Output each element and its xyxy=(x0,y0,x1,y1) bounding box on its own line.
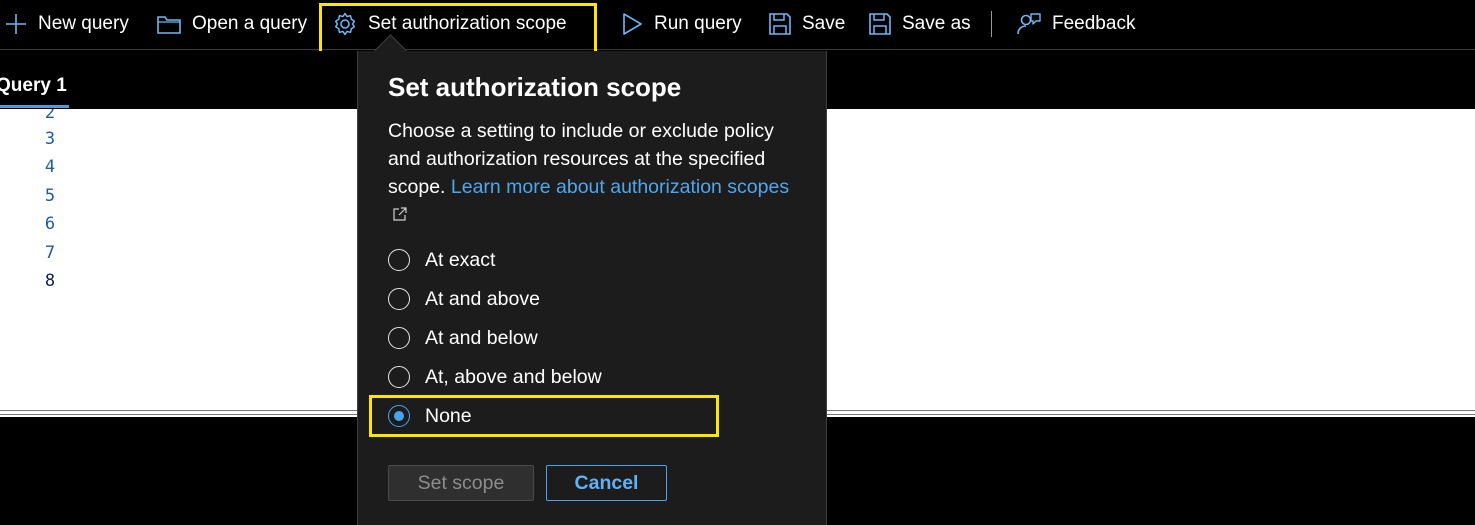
save-as-label: Save as xyxy=(902,13,971,34)
line-number: 3 xyxy=(44,129,56,149)
line-number: 6 xyxy=(44,214,56,234)
external-link-icon xyxy=(392,202,407,230)
save-as-icon xyxy=(868,12,892,36)
flyout-title: Set authorization scope xyxy=(388,72,682,102)
radio-button[interactable] xyxy=(388,327,410,349)
radio-button[interactable] xyxy=(388,249,410,271)
scope-option-at-exact[interactable]: At exact xyxy=(388,245,495,275)
scope-option-at-and-above[interactable]: At and above xyxy=(388,284,540,314)
scope-option-none[interactable]: None xyxy=(388,401,472,431)
feedback-icon xyxy=(1016,11,1042,37)
command-bar: New query Open a query Set authorization… xyxy=(0,0,1475,50)
scope-option-at-and-below[interactable]: At and below xyxy=(388,323,538,353)
radio-button[interactable] xyxy=(388,366,410,388)
learn-more-link-text: Learn more about authorization scopes xyxy=(450,176,790,198)
feedback-button[interactable]: Feedback xyxy=(1016,0,1135,48)
tab-query-1[interactable]: Query 1 xyxy=(0,72,69,108)
radio-button-selected[interactable] xyxy=(388,405,410,427)
tab-query-1-label: Query 1 xyxy=(0,75,67,96)
save-label: Save xyxy=(802,13,846,34)
line-number: 2 xyxy=(44,109,56,123)
run-query-button[interactable]: Run query xyxy=(620,0,742,48)
scope-option-label: At and above xyxy=(425,287,540,310)
folder-icon xyxy=(156,13,182,35)
gear-icon xyxy=(332,11,358,37)
play-icon xyxy=(620,12,644,36)
feedback-label: Feedback xyxy=(1052,13,1136,34)
set-authorization-scope-label: Set authorization scope xyxy=(368,13,567,34)
plus-icon xyxy=(4,12,28,36)
new-query-label: New query xyxy=(38,13,129,34)
toolbar-divider xyxy=(991,11,992,37)
save-as-button[interactable]: Save as xyxy=(868,0,971,48)
cancel-button[interactable]: Cancel xyxy=(546,465,667,501)
line-number: 5 xyxy=(44,186,56,206)
save-button[interactable]: Save xyxy=(768,0,845,48)
scope-option-label: None xyxy=(425,404,472,427)
open-query-button[interactable]: Open a query xyxy=(156,0,307,48)
radio-button[interactable] xyxy=(388,288,410,310)
scope-option-label: At exact xyxy=(425,248,496,271)
line-number: 4 xyxy=(44,157,56,177)
open-query-label: Open a query xyxy=(192,13,308,34)
line-number: 7 xyxy=(44,243,56,263)
save-icon xyxy=(768,12,792,36)
set-scope-button[interactable]: Set scope xyxy=(388,465,534,501)
run-query-label: Run query xyxy=(654,13,742,34)
scope-option-label: At and below xyxy=(425,326,538,349)
scope-option-at-above-and-below[interactable]: At, above and below xyxy=(388,362,602,392)
scope-option-label: At, above and below xyxy=(425,365,602,388)
learn-more-link[interactable]: Learn more about authorization scopes xyxy=(388,176,789,226)
new-query-button[interactable]: New query xyxy=(4,0,129,48)
line-number-active: 8 xyxy=(44,271,56,291)
set-authorization-scope-button[interactable]: Set authorization scope xyxy=(332,0,567,48)
flyout-description: Choose a setting to include or exclude p… xyxy=(388,117,808,230)
set-authorization-scope-flyout: Set authorization scope Choose a setting… xyxy=(357,51,827,525)
